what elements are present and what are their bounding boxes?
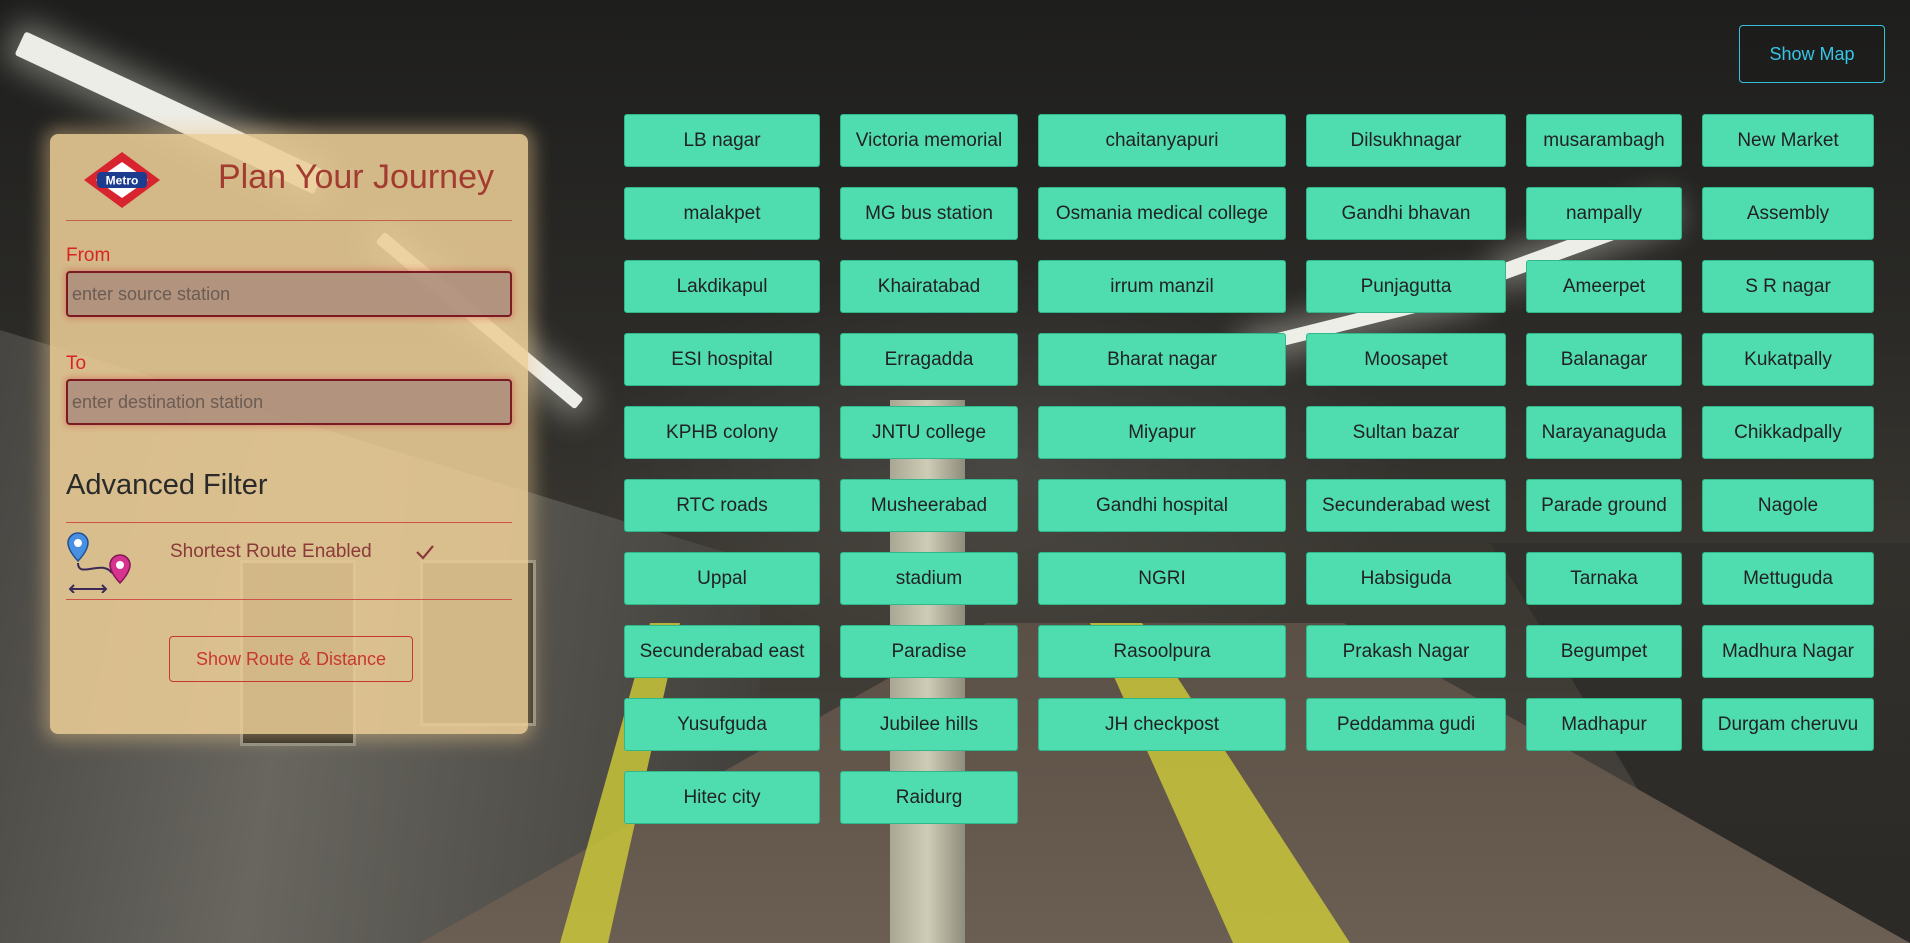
- station-button[interactable]: Victoria memorial: [840, 114, 1018, 167]
- check-icon[interactable]: [414, 541, 436, 563]
- show-map-button[interactable]: Show Map: [1739, 25, 1885, 83]
- station-button[interactable]: Peddamma gudi: [1306, 698, 1506, 751]
- station-button[interactable]: Secunderabad west: [1306, 479, 1506, 532]
- station-button[interactable]: Kukatpally: [1702, 333, 1874, 386]
- station-button[interactable]: Tarnaka: [1526, 552, 1682, 605]
- station-button[interactable]: ESI hospital: [624, 333, 820, 386]
- station-button[interactable]: Bharat nagar: [1038, 333, 1286, 386]
- shortest-route-filter: Shortest Route Enabled: [66, 523, 512, 600]
- station-button[interactable]: MG bus station: [840, 187, 1018, 240]
- route-pins-icon: [67, 532, 131, 593]
- station-button[interactable]: Raidurg: [840, 771, 1018, 824]
- station-button[interactable]: Narayanaguda: [1526, 406, 1682, 459]
- station-button[interactable]: Osmania medical college: [1038, 187, 1286, 240]
- station-button[interactable]: Gandhi bhavan: [1306, 187, 1506, 240]
- station-button[interactable]: Gandhi hospital: [1038, 479, 1286, 532]
- station-button[interactable]: Parade ground: [1526, 479, 1682, 532]
- station-button[interactable]: Begumpet: [1526, 625, 1682, 678]
- station-grid: LB nagar Victoria memorial chaitanyapuri Di…: [624, 114, 1874, 824]
- station-button[interactable]: RTC roads: [624, 479, 820, 532]
- station-button[interactable]: S R nagar: [1702, 260, 1874, 313]
- station-button[interactable]: Punjagutta: [1306, 260, 1506, 313]
- station-button[interactable]: Habsiguda: [1306, 552, 1506, 605]
- station-button[interactable]: NGRI: [1038, 552, 1286, 605]
- station-button[interactable]: Mettuguda: [1702, 552, 1874, 605]
- station-button[interactable]: New Market: [1702, 114, 1874, 167]
- station-button[interactable]: KPHB colony: [624, 406, 820, 459]
- station-button[interactable]: Uppal: [624, 552, 820, 605]
- station-button[interactable]: Madhapur: [1526, 698, 1682, 751]
- station-button[interactable]: nampally: [1526, 187, 1682, 240]
- station-button[interactable]: Yusufguda: [624, 698, 820, 751]
- to-label: To: [66, 353, 87, 374]
- station-button[interactable]: JNTU college: [840, 406, 1018, 459]
- station-button[interactable]: Musheerabad: [840, 479, 1018, 532]
- station-button[interactable]: Erragadda: [840, 333, 1018, 386]
- station-button[interactable]: Khairatabad: [840, 260, 1018, 313]
- station-button[interactable]: Nagole: [1702, 479, 1874, 532]
- show-route-distance-button[interactable]: Show Route & Distance: [169, 636, 413, 682]
- destination-station-input[interactable]: [66, 379, 512, 425]
- page-title: Plan Your Journey: [218, 158, 494, 196]
- station-button[interactable]: Balanagar: [1526, 333, 1682, 386]
- station-button[interactable]: Rasoolpura: [1038, 625, 1286, 678]
- panel-header: Metro Plan Your Journey: [66, 134, 512, 221]
- station-button[interactable]: Paradise: [840, 625, 1018, 678]
- station-button[interactable]: Miyapur: [1038, 406, 1286, 459]
- station-button[interactable]: Dilsukhnagar: [1306, 114, 1506, 167]
- journey-planner-panel: Metro Plan Your Journey From To Advanced…: [50, 134, 528, 734]
- station-button[interactable]: Chikkadpally: [1702, 406, 1874, 459]
- station-button[interactable]: Sultan bazar: [1306, 406, 1506, 459]
- station-button[interactable]: Hitec city: [624, 771, 820, 824]
- station-button[interactable]: Lakdikapul: [624, 260, 820, 313]
- station-button[interactable]: Ameerpet: [1526, 260, 1682, 313]
- station-button[interactable]: Assembly: [1702, 187, 1874, 240]
- shortest-route-label: Shortest Route Enabled: [170, 541, 372, 562]
- station-button[interactable]: LB nagar: [624, 114, 820, 167]
- metro-logo-icon: Metro: [84, 152, 160, 208]
- from-label: From: [66, 245, 111, 266]
- source-station-input[interactable]: [66, 271, 512, 317]
- station-button[interactable]: chaitanyapuri: [1038, 114, 1286, 167]
- station-button[interactable]: musarambagh: [1526, 114, 1682, 167]
- station-button[interactable]: JH checkpost: [1038, 698, 1286, 751]
- station-button[interactable]: Prakash Nagar: [1306, 625, 1506, 678]
- station-button[interactable]: Jubilee hills: [840, 698, 1018, 751]
- station-button[interactable]: stadium: [840, 552, 1018, 605]
- station-button[interactable]: Secunderabad east: [624, 625, 820, 678]
- metro-logo-text: Metro: [106, 174, 139, 188]
- station-button[interactable]: irrum manzil: [1038, 260, 1286, 313]
- station-button[interactable]: Madhura Nagar: [1702, 625, 1874, 678]
- station-button[interactable]: Moosapet: [1306, 333, 1506, 386]
- advanced-filter-heading: Advanced Filter: [66, 469, 512, 523]
- station-button[interactable]: malakpet: [624, 187, 820, 240]
- station-button[interactable]: Durgam cheruvu: [1702, 698, 1874, 751]
